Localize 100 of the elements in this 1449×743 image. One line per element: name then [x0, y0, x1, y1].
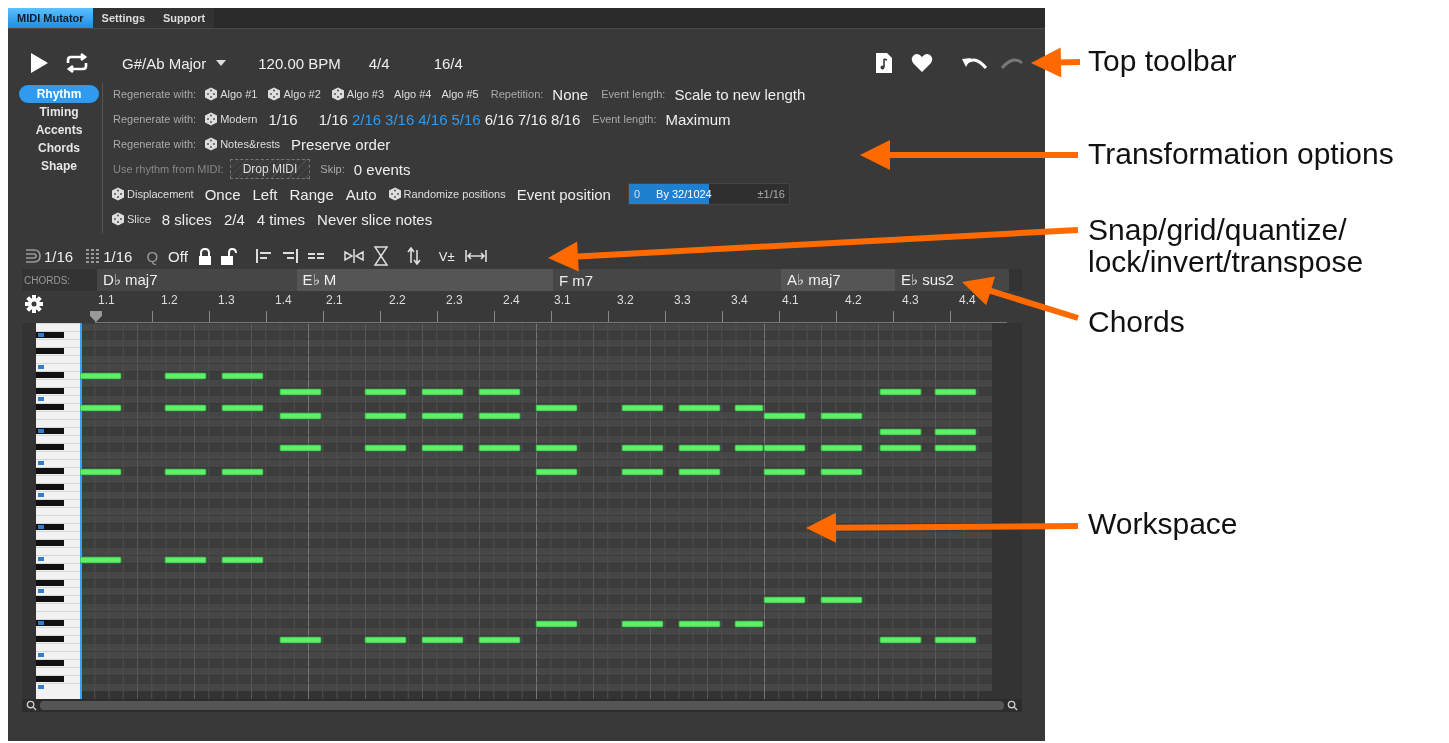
flip-horizontal-icon[interactable]: [342, 248, 365, 264]
dice-button[interactable]: Randomize positions: [385, 187, 508, 201]
option-value[interactable]: 8 slices: [158, 210, 215, 228]
dice-button[interactable]: Algo #3: [328, 87, 387, 101]
dice-button[interactable]: Displacement: [109, 187, 196, 201]
dice-button[interactable]: Algo #1: [202, 87, 260, 101]
dice-icon: [111, 212, 125, 226]
chord-block[interactable]: F m7: [553, 269, 781, 291]
option-label: Event length:: [601, 88, 666, 100]
dice-button[interactable]: Slice: [109, 212, 153, 226]
align-right-icon[interactable]: [280, 248, 299, 264]
mode-tab[interactable]: Accents: [19, 121, 99, 139]
length-choice[interactable]: 7/16: [515, 110, 550, 128]
dice-icon: [204, 87, 219, 101]
annotation-label: Workspace: [1088, 508, 1239, 540]
option-value[interactable]: 1/16: [265, 110, 301, 128]
caret-icon: [216, 60, 227, 66]
play-icon[interactable]: [28, 52, 50, 74]
option-label: Regenerate with:: [113, 88, 197, 100]
stretch-icon[interactable]: [464, 249, 487, 263]
option-value[interactable]: None: [549, 85, 592, 103]
annotation-label: Transformation options: [1088, 138, 1395, 170]
option-value[interactable]: 2/4: [220, 210, 248, 228]
dice-icon: [204, 137, 219, 151]
chords-label: CHORDS:: [23, 274, 72, 286]
option-value[interactable]: Once: [201, 185, 244, 203]
ruler-label: 3.1: [553, 293, 571, 307]
lock-icon[interactable]: [197, 247, 212, 265]
option-value[interactable]: Never slice notes: [314, 210, 436, 228]
option-value[interactable]: Maximum: [662, 110, 734, 128]
dice-icon: [267, 87, 282, 101]
annotation-arrow: [1031, 47, 1081, 78]
chord-block[interactable]: A♭ maj7: [781, 269, 895, 291]
chord-block[interactable]: E♭ M: [296, 269, 553, 291]
unlock-icon[interactable]: [219, 247, 237, 265]
length-choice[interactable]: 8/16: [549, 110, 583, 128]
mode-tab[interactable]: Shape: [19, 157, 99, 175]
option-button[interactable]: Algo #4: [392, 88, 434, 100]
option-value[interactable]: Range: [286, 185, 337, 203]
tempo[interactable]: 120.00 BPM: [258, 54, 341, 72]
zoom-out-icon[interactable]: [26, 700, 37, 711]
ruler-label: 2.3: [445, 293, 463, 307]
grid-button[interactable]: 1/16: [83, 247, 135, 265]
option-value[interactable]: Left: [249, 185, 281, 203]
length-choice[interactable]: 4/16: [416, 110, 450, 128]
drop-zone[interactable]: Drop MIDI: [229, 159, 311, 179]
ruler-label: 4.3: [901, 293, 919, 307]
grid-icon: [85, 248, 102, 264]
quantize-button[interactable]: Off: [166, 247, 190, 265]
range-max: ±1/16: [757, 188, 785, 200]
music-file-icon[interactable]: [875, 52, 893, 74]
velocity-button[interactable]: V±: [436, 248, 457, 264]
dice-icon: [387, 187, 402, 201]
length-choice[interactable]: 1/16: [316, 110, 350, 128]
key-dropdown[interactable]: G#/Ab Major: [120, 54, 229, 72]
settings-icon[interactable]: [25, 295, 43, 313]
heart-icon[interactable]: [911, 53, 933, 73]
zoom-in-icon[interactable]: [1007, 700, 1018, 711]
option-label: Regenerate with:: [113, 138, 197, 150]
ruler-label: 4.4: [958, 293, 976, 307]
option-value[interactable]: Auto: [342, 185, 380, 203]
length-choice[interactable]: 2/16: [349, 110, 384, 128]
dice-icon: [330, 87, 345, 101]
time-signature[interactable]: 4/4: [368, 54, 390, 72]
ruler-label: 1.2: [160, 293, 178, 307]
length-choice[interactable]: 6/16: [482, 110, 516, 128]
annotation-label: Chords: [1088, 306, 1186, 338]
snap-button[interactable]: 1/16: [22, 247, 76, 265]
length[interactable]: 16/4: [433, 54, 463, 72]
option-value[interactable]: Scale to new length: [671, 85, 809, 103]
ruler-label: 3.4: [730, 293, 748, 307]
option-value[interactable]: Preserve order: [288, 135, 394, 153]
option-label: Regenerate with:: [113, 113, 197, 125]
mode-tab[interactable]: Chords: [19, 139, 99, 157]
note-grid[interactable]: [80, 323, 992, 699]
mode-tab[interactable]: Timing: [19, 103, 99, 121]
ruler-label: 2.2: [388, 293, 406, 307]
ruler-label: 4.2: [844, 293, 862, 307]
option-label: Skip:: [320, 163, 345, 175]
loop-icon[interactable]: [64, 53, 90, 73]
tab[interactable]: Settings: [92, 8, 154, 28]
tab[interactable]: MIDI Mutator: [8, 8, 93, 28]
horizontal-scrollbar[interactable]: [22, 699, 1022, 712]
tab[interactable]: Support: [154, 8, 215, 28]
dice-button[interactable]: Notes&rests: [202, 137, 283, 151]
option-value[interactable]: Event position: [513, 185, 614, 203]
option-label: Repetition:: [490, 88, 544, 100]
length-choice[interactable]: 5/16: [449, 110, 483, 128]
chord-block[interactable]: D♭ maj7: [97, 269, 297, 291]
hourglass-icon[interactable]: [372, 246, 389, 266]
ruler-label: 2.4: [502, 293, 520, 307]
dice-icon: [204, 112, 219, 126]
transpose-icon[interactable]: [406, 247, 421, 265]
length-choice[interactable]: 3/16: [383, 110, 417, 128]
dice-button[interactable]: Modern: [202, 112, 260, 126]
option-button[interactable]: Algo #5: [439, 88, 481, 100]
dice-button[interactable]: Algo #2: [265, 87, 323, 101]
option-value[interactable]: 0 events: [350, 160, 414, 178]
align-left-icon[interactable]: [254, 248, 273, 264]
option-value[interactable]: 4 times: [253, 210, 309, 228]
